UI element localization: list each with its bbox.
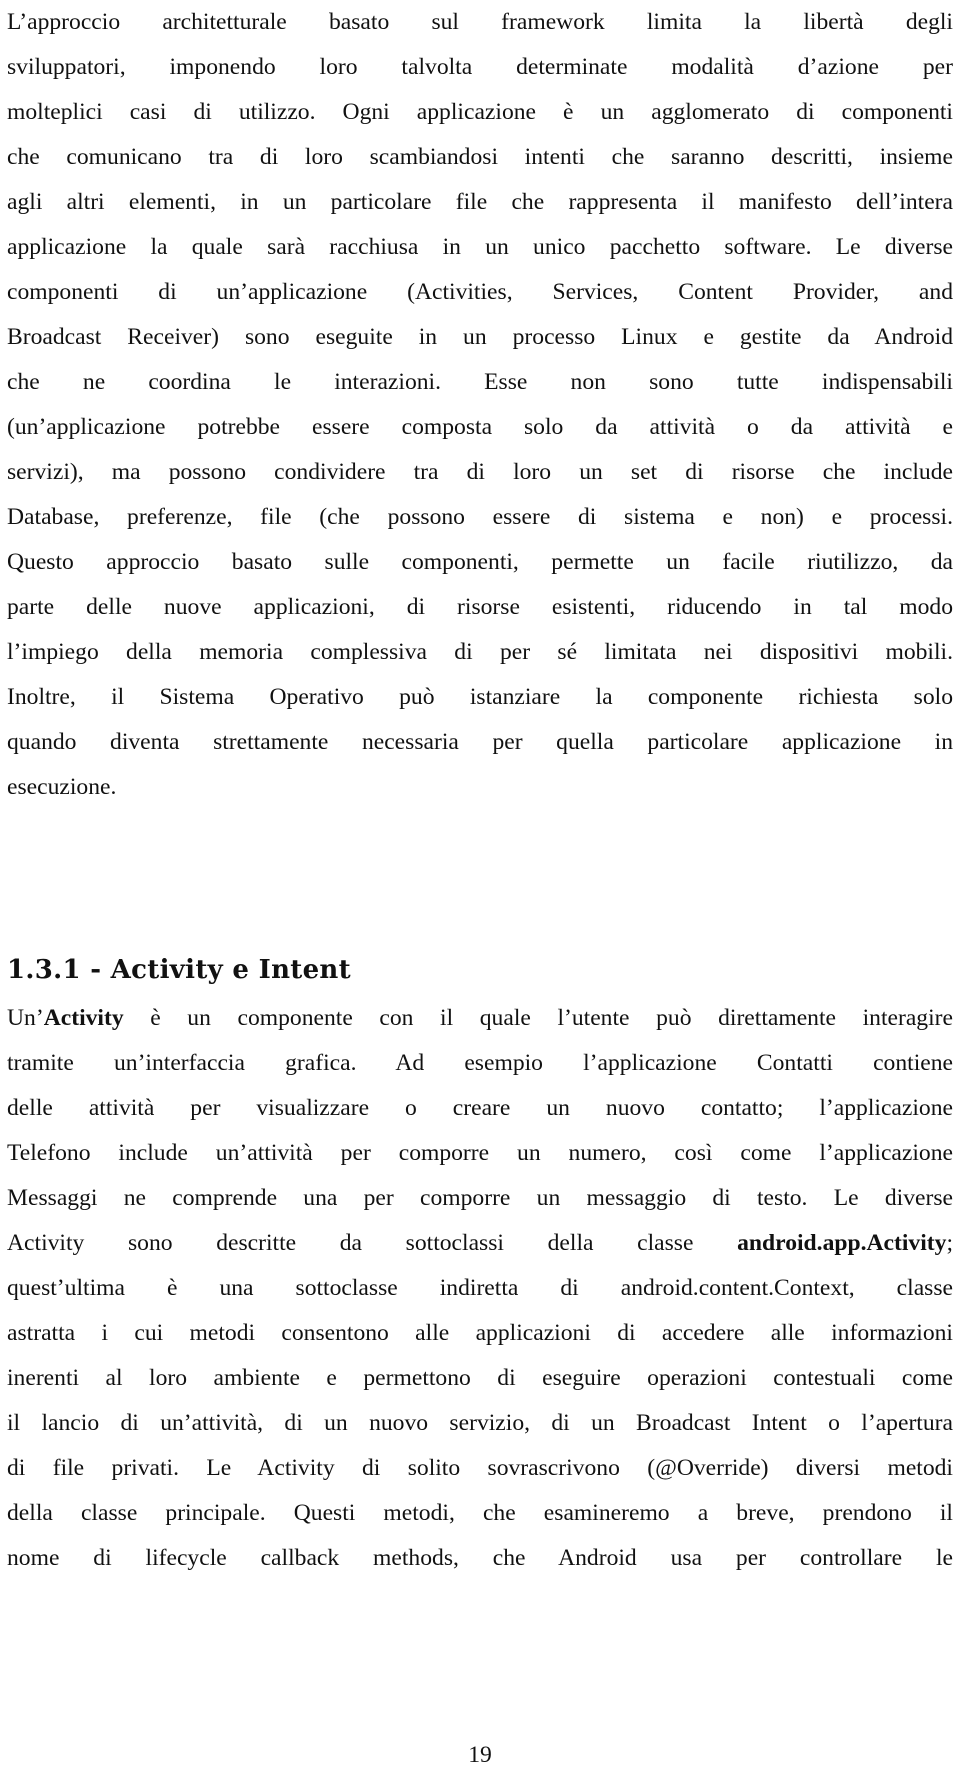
text-line: Broadcast Receiver) sono eseguite in un …	[7, 324, 953, 350]
text-line: parte delle nuove applicazioni, di risor…	[7, 594, 953, 620]
text-run: Un’	[7, 1005, 44, 1031]
text-line: molteplici casi di utilizzo. Ogni applic…	[7, 99, 953, 125]
text-run: ;	[946, 1230, 953, 1256]
text-line: nome di lifecycle callback methods, che …	[7, 1545, 953, 1571]
text-line: esecuzione.	[7, 774, 117, 800]
text-line: tramite un’interfaccia grafica. Ad esemp…	[7, 1050, 953, 1076]
text-line: delle attività per visualizzare o creare…	[7, 1095, 953, 1121]
text-line: applicazione la quale sarà racchiusa in …	[7, 234, 953, 260]
text-line: della classe principale. Questi metodi, …	[7, 1500, 953, 1526]
text-line: astratta i cui metodi consentono alle ap…	[7, 1320, 953, 1346]
text-line: il lancio di un’attività, di un nuovo se…	[7, 1410, 953, 1436]
text-line: L’approccio architetturale basato sul fr…	[7, 9, 953, 35]
text-line: Inoltre, il Sistema Operativo può istanz…	[7, 684, 953, 710]
text-line: inerenti al loro ambiente e permettono d…	[7, 1365, 953, 1391]
page-number: 19	[468, 1742, 492, 1768]
text-line: sviluppatori, imponendo loro talvolta de…	[7, 54, 953, 80]
text-line: componenti di un’applicazione (Activitie…	[7, 279, 953, 305]
bold-term-class: android.app.Activity	[737, 1230, 947, 1256]
text-line: Messaggi ne comprende una per comporre u…	[7, 1185, 953, 1211]
text-line: quando diventa strettamente necessaria p…	[7, 729, 953, 755]
bold-term-activity: Activity	[43, 1005, 124, 1031]
text-line: Questo approccio basato sulle componenti…	[7, 549, 953, 575]
text-line: Telefono include un’attività per comporr…	[7, 1140, 953, 1166]
text-line: Database, preferenze, file (che possono …	[7, 504, 953, 530]
text-line: che ne coordina le interazioni. Esse non…	[7, 369, 953, 395]
text-line: (un’applicazione potrebbe essere compost…	[7, 414, 953, 440]
text-line: quest’ultima è una sottoclasse indiretta…	[7, 1275, 953, 1301]
text-line: che comunicano tra di loro scambiandosi …	[7, 144, 953, 170]
text-line: l’impiego della memoria complessiva di p…	[7, 639, 953, 665]
text-run: è un componente con il quale l’utente pu…	[123, 1005, 953, 1031]
text-line: servizi), ma possono condividere tra di …	[7, 459, 953, 485]
text-line: di file privati. Le Activity di solito s…	[7, 1455, 953, 1481]
section-heading: 1.3.1 - Activity e Intent	[7, 955, 351, 985]
text-run: Activity sono descritte da sottoclassi d…	[7, 1230, 738, 1256]
text-line: Un’Activity è un componente con il quale…	[7, 993, 953, 1043]
text-line: Activity sono descritte da sottoclassi d…	[7, 1218, 953, 1268]
text-line: agli altri elementi, in un particolare f…	[7, 189, 953, 215]
